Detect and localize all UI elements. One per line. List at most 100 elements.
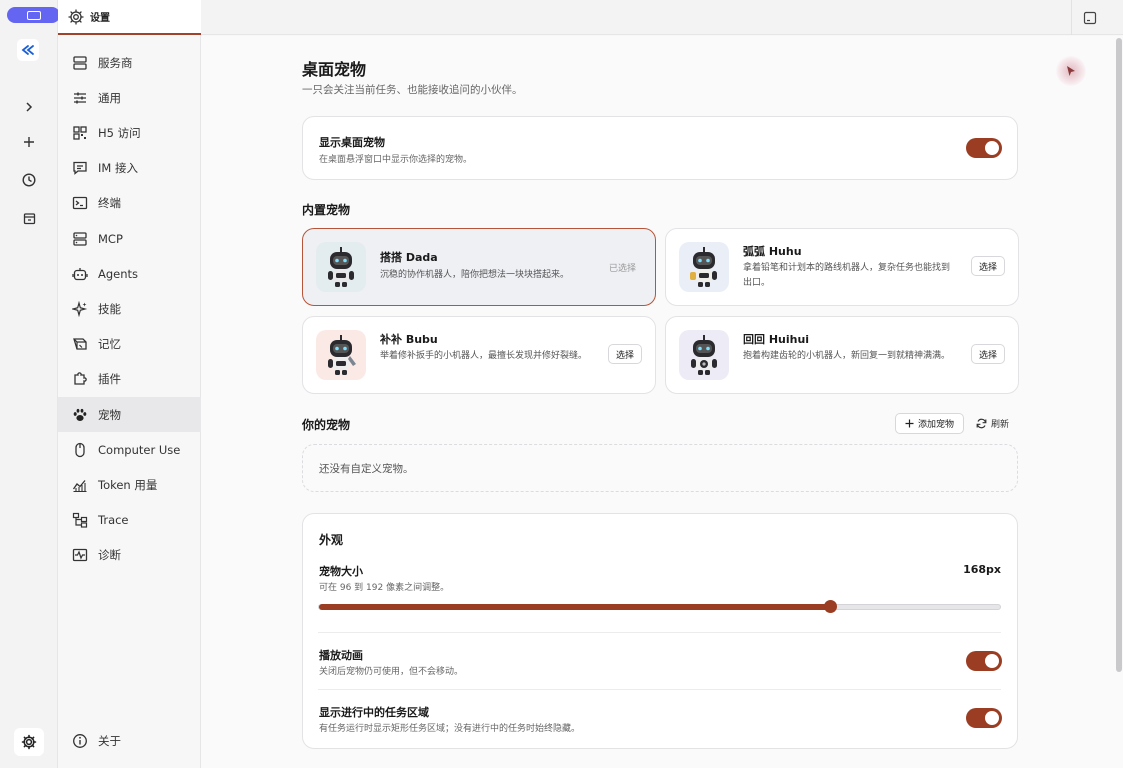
- pet-card-dada[interactable]: 搭搭 Dada 沉稳的协作机器人，陪你把想法一块块搭起来。 已选择: [302, 228, 656, 306]
- anim-toggle[interactable]: [966, 651, 1002, 671]
- sidebar-item-label: 诊断: [98, 547, 121, 562]
- pulse-icon: [71, 546, 89, 564]
- sidebar-item-memory[interactable]: 记忆: [58, 326, 201, 361]
- sidebar-item-providers[interactable]: 服务商: [58, 45, 201, 80]
- sidebar-item-token-usage[interactable]: Token 用量: [58, 467, 201, 502]
- sidebar-item-im[interactable]: IM 接入: [58, 150, 201, 185]
- show-pet-card: 显示桌面宠物 在桌面悬浮窗口中显示你选择的宠物。: [302, 116, 1018, 180]
- sidebar-item-plugins[interactable]: 插件: [58, 361, 201, 396]
- sidebar-item-general[interactable]: 通用: [58, 80, 201, 115]
- app-logo[interactable]: [17, 39, 39, 61]
- gear-icon: [21, 734, 37, 750]
- size-value: 168px: [963, 563, 1001, 576]
- monitor-icon: [26, 10, 41, 20]
- tree-icon: [71, 511, 89, 529]
- top-bar: [201, 0, 1123, 35]
- pet-name: 补补 Bubu: [380, 333, 438, 346]
- add-pet-label: 添加宠物: [917, 420, 954, 430]
- add-pet-button[interactable]: 添加宠物: [895, 413, 964, 434]
- task-area-toggle[interactable]: [966, 708, 1002, 728]
- appearance-card: 外观 宠物大小 可在 96 到 192 像素之间调整。 168px 播放动画 关…: [302, 513, 1018, 749]
- settings-tab[interactable]: 设置: [58, 0, 201, 35]
- choose-button[interactable]: 选择: [971, 344, 1005, 364]
- sidebar-item-label: 终端: [98, 195, 121, 210]
- pet-desc: 抱着构建齿轮的小机器人，新回复一到就精神满满。: [743, 351, 951, 361]
- pet-avatar: [316, 242, 366, 292]
- sidebar-item-label: 技能: [98, 301, 121, 316]
- puzzle-icon: [71, 370, 89, 388]
- anim-title: 播放动画: [319, 649, 363, 662]
- pet-card-huhu[interactable]: 弧弧 Huhu 拿着铅笔和计划本的路线机器人，复杂任务也能找到出口。 选择: [665, 228, 1019, 306]
- history-clock-icon[interactable]: [15, 166, 43, 194]
- pet-selected-status: 已选择: [608, 264, 636, 274]
- sliders-icon: [71, 89, 89, 107]
- sidebar-item-label: Agents: [98, 266, 139, 281]
- size-desc: 可在 96 到 192 像素之间调整。: [319, 583, 450, 593]
- robot-pet-gear-icon: [691, 335, 717, 375]
- choose-button[interactable]: 选择: [608, 344, 642, 364]
- pet-card-huihui[interactable]: 回回 Huihui 抱着构建齿轮的小机器人，新回复一到就精神满满。 选择: [665, 316, 1019, 394]
- sidebar-item-label: 通用: [98, 90, 121, 105]
- builtin-heading: 内置宠物: [302, 203, 351, 217]
- pet-desc: 沉稳的协作机器人，陪你把想法一块块搭起来。: [380, 270, 570, 280]
- show-pet-toggle[interactable]: [966, 138, 1002, 158]
- show-pet-desc: 在桌面悬浮窗口中显示你选择的宠物。: [319, 155, 473, 165]
- pet-avatar: [316, 330, 366, 380]
- sidebar-item-label: 服务商: [98, 55, 133, 70]
- sidebar-item-label: MCP: [98, 231, 123, 246]
- sidebar-item-label: Token 用量: [98, 477, 158, 492]
- sidebar-item-computer-use[interactable]: Computer Use: [58, 432, 201, 467]
- scrollbar[interactable]: [1116, 38, 1122, 672]
- custom-pets-empty: 还没有自定义宠物。: [302, 444, 1018, 492]
- store-icon[interactable]: [15, 204, 43, 232]
- settings-gear-button[interactable]: [14, 728, 44, 756]
- sidebar-item-mcp[interactable]: MCP: [58, 221, 201, 256]
- refresh-button[interactable]: 刷新: [976, 413, 1009, 434]
- server-icon: [71, 54, 89, 72]
- robot-pet-wrench-icon: [328, 335, 356, 375]
- divider: [1071, 0, 1072, 35]
- sidebar-item-label: 记忆: [98, 336, 121, 351]
- sidebar-item-h5[interactable]: H5 访问: [58, 115, 201, 150]
- mouse-icon: [71, 441, 89, 459]
- screen-mode-button[interactable]: [7, 7, 60, 23]
- pet-name: 回回 Huihui: [743, 333, 810, 346]
- sidebar-item-label: H5 访问: [98, 125, 141, 140]
- pet-avatar: [679, 242, 729, 292]
- divider: [318, 689, 1001, 690]
- sidebar-item-diagnostics[interactable]: 诊断: [58, 537, 201, 572]
- sidebar-item-label: 关于: [98, 733, 121, 748]
- terminal-icon: [71, 194, 89, 212]
- choose-button[interactable]: 选择: [971, 256, 1005, 276]
- sidebar-item-label: IM 接入: [98, 160, 138, 175]
- new-plus-icon[interactable]: [15, 128, 43, 156]
- pet-name: 搭搭 Dada: [380, 251, 438, 264]
- sidebar-item-pets[interactable]: 宠物: [58, 397, 201, 432]
- sidebar-item-terminal[interactable]: 终端: [58, 185, 201, 220]
- appearance-heading: 外观: [319, 533, 344, 547]
- task-area-title: 显示进行中的任务区域: [319, 706, 429, 719]
- sidebar-item-agents[interactable]: Agents: [58, 256, 201, 291]
- task-area-desc: 有任务运行时显示矩形任务区域；没有进行中的任务时始终隐藏。: [319, 724, 581, 734]
- plus-icon: [905, 419, 914, 428]
- panel-toggle-icon[interactable]: [1083, 10, 1099, 26]
- pet-card-bubu[interactable]: 补补 Bubu 举着修补扳手的小机器人，最擅长发现并修好裂缝。 选择: [302, 316, 656, 394]
- app-rail: [0, 0, 60, 768]
- anim-desc: 关闭后宠物仍可使用，但不会移动。: [319, 667, 464, 677]
- page-title: 桌面宠物: [302, 60, 367, 79]
- robot-icon: [71, 265, 89, 283]
- size-slider-handle[interactable]: [823, 600, 837, 613]
- info-icon: [71, 732, 89, 750]
- sidebar-item-trace[interactable]: Trace: [58, 502, 201, 537]
- empty-text: 还没有自定义宠物。: [319, 463, 414, 475]
- refresh-icon: [976, 418, 987, 429]
- sidebar-item-skills[interactable]: 技能: [58, 291, 201, 326]
- settings-tab-label: 设置: [90, 13, 110, 24]
- size-slider[interactable]: [318, 600, 1001, 613]
- show-pet-title: 显示桌面宠物: [319, 136, 385, 149]
- refresh-label: 刷新: [991, 420, 1010, 430]
- paw-icon: [71, 406, 89, 424]
- sidebar-item-label: Trace: [98, 512, 129, 527]
- sidebar-item-about[interactable]: 关于: [58, 723, 201, 758]
- expand-chevron-icon[interactable]: [15, 93, 43, 121]
